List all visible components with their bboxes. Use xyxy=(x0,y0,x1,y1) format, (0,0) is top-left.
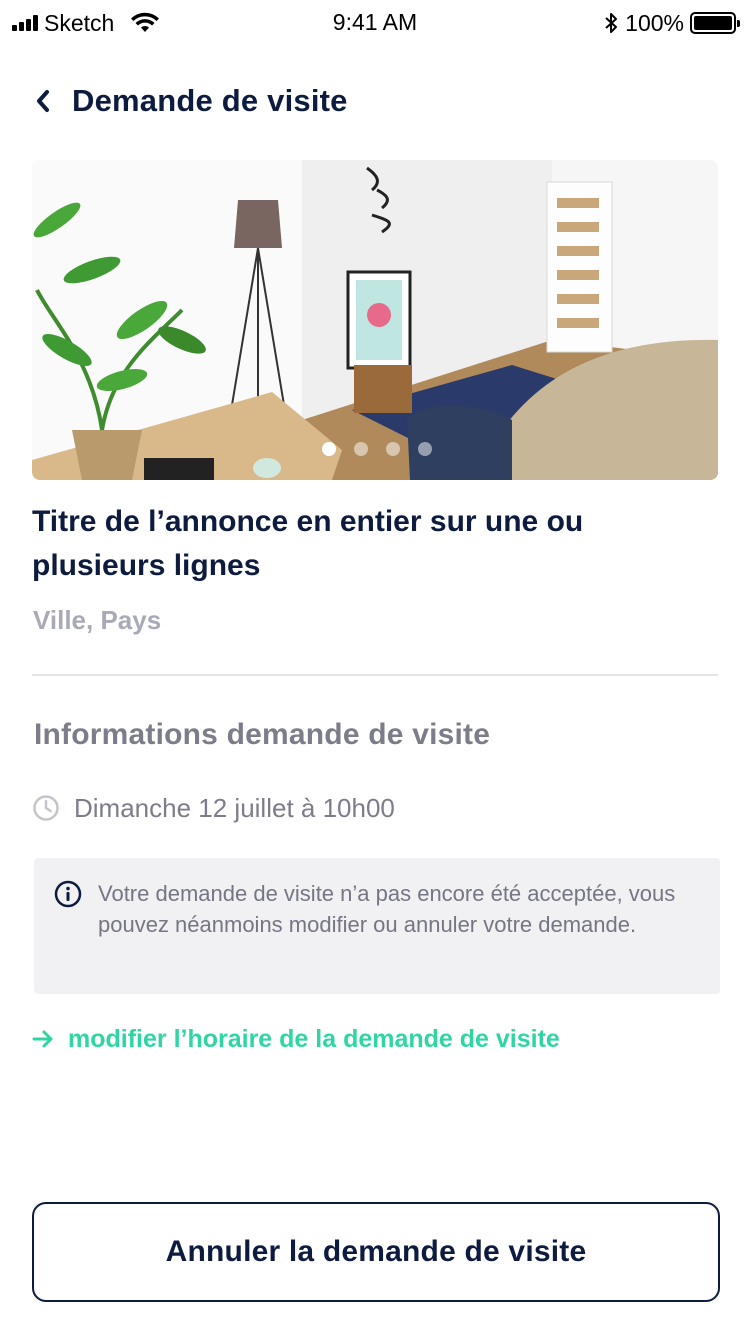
visit-date-row: Dimanche 12 juillet à 10h00 xyxy=(32,790,395,826)
modify-schedule-link[interactable]: modifier l’horaire de la demande de visi… xyxy=(32,1020,560,1058)
gallery-dot[interactable] xyxy=(418,442,432,456)
page-title: Demande de visite xyxy=(72,83,348,118)
bluetooth-icon xyxy=(605,13,618,33)
gallery-dot[interactable] xyxy=(354,442,368,456)
clock-icon xyxy=(33,795,59,821)
visit-date: Dimanche 12 juillet à 10h00 xyxy=(74,792,395,823)
status-bar-right: 100% xyxy=(603,9,740,37)
gallery-pagination xyxy=(322,442,432,456)
info-notice-text: Votre demande de visite n’a pas encore é… xyxy=(98,881,676,937)
gallery-dot[interactable] xyxy=(386,442,400,456)
page-header: Demande de visite xyxy=(32,78,348,124)
section-title: Informations demande de visite xyxy=(34,718,491,751)
arrow-right-icon xyxy=(32,1030,53,1048)
listing-photo-gallery[interactable] xyxy=(32,160,718,480)
cancel-visit-label[interactable]: Annuler la demande de visite xyxy=(166,1235,587,1269)
listing-photo xyxy=(32,160,718,480)
cancel-visit-button[interactable]: Annuler la demande de visite xyxy=(32,1202,720,1302)
battery-icon xyxy=(690,12,740,34)
chevron-left-icon[interactable] xyxy=(32,87,54,115)
info-notice: Votre demande de visite n’a pas encore é… xyxy=(34,858,720,994)
divider xyxy=(32,674,718,676)
listing-location: Ville, Pays xyxy=(33,605,162,635)
info-icon xyxy=(54,880,82,908)
gallery-dot[interactable] xyxy=(322,442,336,456)
battery-percentage: 100% xyxy=(625,9,684,36)
modify-schedule-label[interactable]: modifier l’horaire de la demande de visi… xyxy=(68,1025,560,1054)
status-bar: Sketch 9:41 AM 100% xyxy=(0,0,750,44)
listing-title: Titre de l’annonce en entier sur une ou … xyxy=(32,505,584,582)
